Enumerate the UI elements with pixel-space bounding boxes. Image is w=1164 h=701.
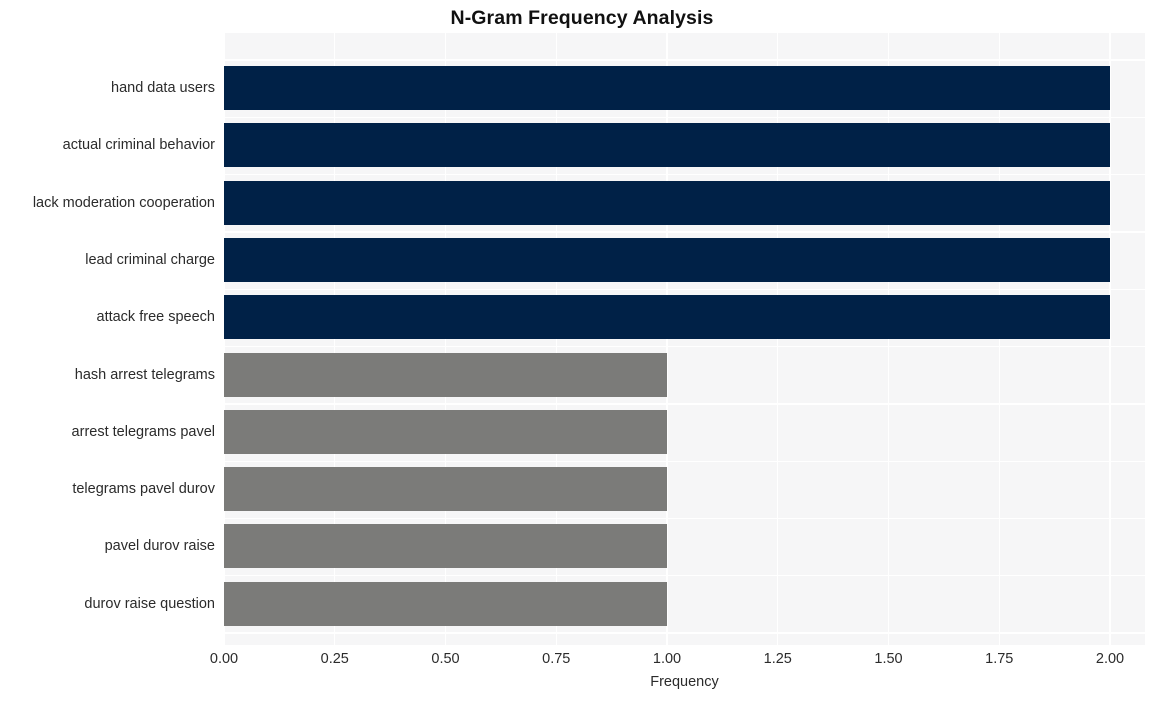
x-axis-tick-label: 1.00: [652, 651, 682, 667]
y-axis-tick-label: telegrams pavel durov: [72, 481, 215, 498]
bar[interactable]: [224, 66, 1110, 110]
y-axis-tick-labels: hand data users actual criminal behavior l…: [0, 0, 215, 701]
gridline-horizontal: [224, 575, 1145, 577]
gridline-horizontal: [224, 460, 1145, 462]
y-axis-tick-label: durov raise question: [84, 595, 215, 612]
x-axis-tick-label: 0.25: [320, 651, 349, 667]
gridline-horizontal: [224, 632, 1145, 634]
y-axis-tick-label: hash arrest telegrams: [74, 366, 215, 383]
gridline-horizontal: [224, 59, 1145, 61]
bar[interactable]: [224, 581, 667, 626]
x-axis-tick-label: 1.50: [874, 651, 903, 667]
plot-area: [224, 33, 1145, 645]
y-axis-tick-label: arrest telegrams pavel: [71, 423, 215, 440]
bar[interactable]: [224, 409, 667, 454]
gridline-horizontal: [224, 231, 1145, 233]
bar[interactable]: [224, 467, 667, 512]
x-axis-tick-label: 0.50: [431, 651, 460, 667]
bar[interactable]: [224, 180, 1110, 225]
bar[interactable]: [224, 123, 1110, 168]
gridline-horizontal: [224, 403, 1145, 405]
x-axis-tick-label: 1.25: [763, 651, 792, 667]
x-axis-tick-label: 0.00: [209, 651, 239, 667]
y-axis-tick-label: lack moderation cooperation: [32, 194, 215, 211]
y-axis-tick-label: pavel durov raise: [104, 538, 215, 555]
x-axis-tick-label: 0.75: [542, 651, 571, 667]
x-axis-tick-labels: 0.00 0.25 0.50 0.75 1.00 1.25 1.50 1.75 2.00: [0, 651, 1164, 673]
x-axis-title: Frequency: [650, 674, 719, 690]
y-axis-tick-label: hand data users: [111, 80, 215, 96]
gridline-horizontal: [224, 517, 1145, 520]
gridline-horizontal: [224, 288, 1145, 290]
y-axis-tick-label: attack free speech: [96, 309, 216, 326]
y-axis-tick-label: actual criminal behavior: [62, 137, 215, 154]
bar[interactable]: [224, 237, 1110, 282]
x-axis-tick-label: 1.75: [985, 651, 1014, 667]
gridline-horizontal: [224, 174, 1145, 176]
bar[interactable]: [224, 352, 667, 397]
gridline-horizontal: [224, 345, 1145, 348]
bar[interactable]: [224, 524, 667, 569]
gridline-horizontal: [224, 116, 1145, 119]
y-axis-tick-label: lead criminal charge: [85, 251, 215, 268]
bar[interactable]: [224, 295, 1110, 340]
x-axis-tick-label: 2.00: [1095, 651, 1125, 667]
chart-figure: N-Gram Frequency Analysis hand data user…: [0, 0, 1164, 701]
